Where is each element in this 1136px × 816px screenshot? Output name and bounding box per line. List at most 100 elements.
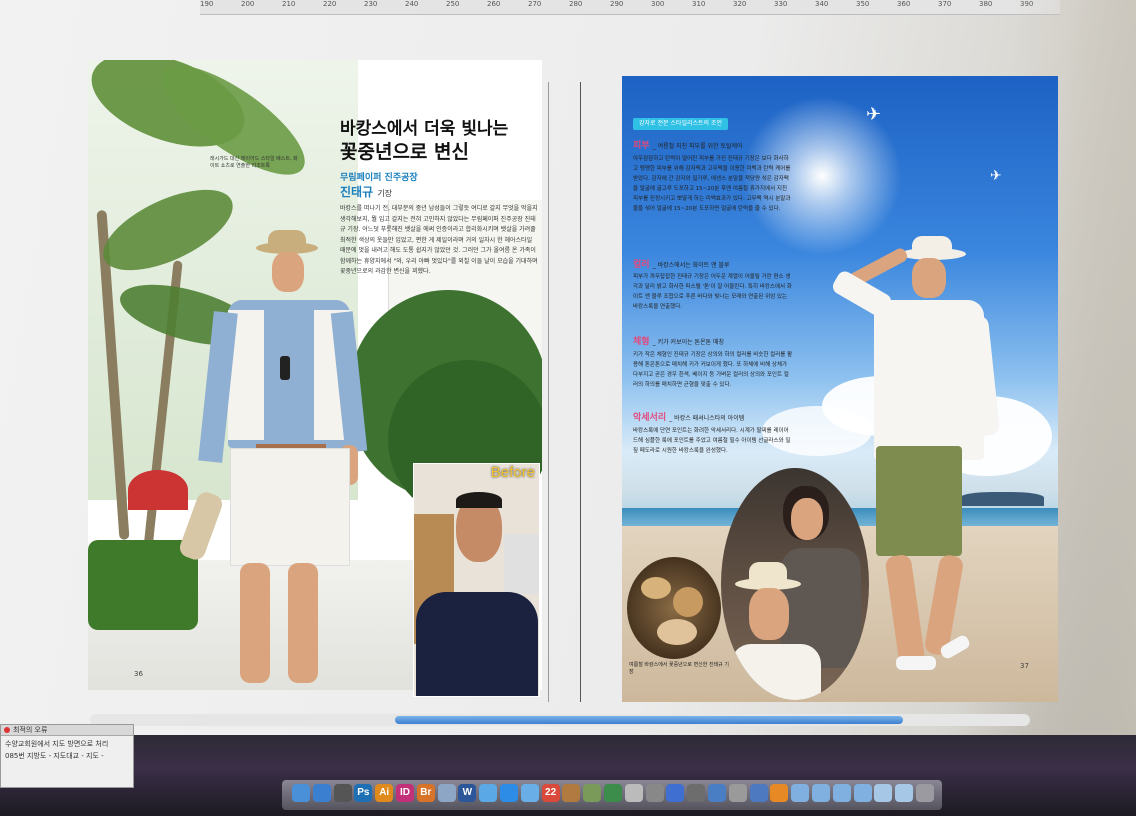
oval-caption: 여름철 바캉스에서 꽃중년으로 변신한 진태규 기장 <box>629 662 729 675</box>
route-panel[interactable]: 최적의 오류 수양교회원에서 지도 방면으로 처리 085번 지방도 - 지도대… <box>0 724 134 788</box>
folder4-icon[interactable] <box>874 784 893 802</box>
finder-icon[interactable] <box>292 784 310 802</box>
section-subtitle: _ 바캉스에서는 화이트 앤 블루 <box>652 262 730 269</box>
home-icon[interactable] <box>749 784 768 802</box>
ruler-tick: 240 <box>405 0 419 8</box>
ruler-tick: 360 <box>897 0 911 8</box>
before-hair <box>456 492 502 508</box>
article-headline: 바캉스에서 더욱 빛나는 꽃중년으로 변신 <box>340 118 550 164</box>
ruler-tick: 370 <box>938 0 952 8</box>
preview-icon[interactable] <box>437 784 456 802</box>
section-title: 체형 <box>633 337 650 347</box>
ruler-tick: 350 <box>856 0 870 8</box>
ruler-tick: 380 <box>979 0 993 8</box>
section-body-accessory: 바캉스룩에 단연 포인트는 화려한 악세서리다. 시계가 팔찌를 레이어드해 심… <box>633 428 791 454</box>
woman-face <box>791 498 823 540</box>
safari-icon[interactable] <box>312 784 331 802</box>
illustrator-icon[interactable]: Ai <box>375 784 394 802</box>
network-icon[interactable] <box>708 784 726 802</box>
ruler-tick: 230 <box>364 0 378 8</box>
word-icon[interactable]: W <box>458 784 477 802</box>
khaki-shorts <box>876 446 962 556</box>
byline-affiliation: 무림페이퍼 진주공장 <box>340 173 418 183</box>
section-subtitle: _ 바캉스 패셔니스타의 아이템 <box>669 415 745 422</box>
headline-line1: 바캉스에서 더욱 빛나는 <box>340 119 509 139</box>
page-gutter <box>548 82 549 702</box>
system-prefs-icon[interactable] <box>687 784 706 802</box>
page-number-right: 37 <box>1020 662 1029 670</box>
ruler-tick: 270 <box>528 0 542 8</box>
clock-icon[interactable] <box>333 784 352 802</box>
calendar-icon[interactable]: 22 <box>541 784 560 802</box>
section-title: 악세서리 <box>633 413 667 423</box>
folder3-icon[interactable] <box>853 784 872 802</box>
iphoto-icon[interactable] <box>583 784 602 802</box>
man-face <box>749 588 789 640</box>
food-item <box>657 619 697 645</box>
byline-name-row: 진태규 기장 <box>340 183 540 200</box>
downloads-icon[interactable] <box>832 784 851 802</box>
man-leg-right <box>288 563 318 683</box>
mail-icon[interactable] <box>645 784 664 802</box>
photos-icon[interactable] <box>562 784 581 802</box>
fedora-crown <box>912 236 952 254</box>
seagull-icon: ✈ <box>990 168 1002 184</box>
folder5-icon[interactable] <box>895 784 914 802</box>
section-body-skin: 야우잠잠하고 탄력이 떨어진 피부를 가진 진태규 기장은 보다 화사하고 맹맹… <box>633 156 791 212</box>
textedit-icon[interactable] <box>624 784 643 802</box>
family-photo-large <box>721 468 869 700</box>
photo-caption: 래시가드 대신 레이어드 스타일 베스트, 화이트 쇼츠로 연출한 리조트룩 <box>210 156 298 169</box>
red-umbrella <box>128 470 188 510</box>
close-icon[interactable] <box>4 727 10 733</box>
page-number-left: 36 <box>134 670 143 678</box>
sunglasses <box>280 356 290 380</box>
itunes-icon[interactable] <box>604 784 622 802</box>
horizontal-scrollbar-thumb[interactable] <box>395 716 903 724</box>
panel-row[interactable]: 085번 지방도 - 지도대교 - 지도 - <box>5 751 104 761</box>
before-photo: Before <box>413 463 540 697</box>
ruler-tick: 260 <box>487 0 501 8</box>
page-spine <box>580 82 581 702</box>
ruler-tick: 340 <box>815 0 829 8</box>
food-item <box>673 587 703 617</box>
folder-icon[interactable] <box>791 784 810 802</box>
section-body-color: 피부가 까무잡잡한 진태규 기장은 어두운 계열이 어울릴 거란 편소 생각과 … <box>633 274 792 310</box>
food-item <box>641 577 671 599</box>
before-label: Before <box>490 464 535 481</box>
man-hat-crown <box>749 562 787 584</box>
man-face <box>272 252 304 292</box>
section-title: 컬러 <box>633 260 650 270</box>
vlc-icon[interactable] <box>770 784 789 802</box>
section-subtitle: _ 여름철 지친 피부를 위한 토탈케어 <box>652 143 743 150</box>
ruler-tick: 220 <box>323 0 337 8</box>
headline-line2: 꽃중년으로 변신 <box>340 141 469 163</box>
family-photo-small <box>627 557 721 659</box>
ruler-tick: 210 <box>282 0 296 8</box>
trash-icon[interactable] <box>916 784 934 802</box>
top-ruler: 190 200 210 220 230 240 250 260 270 280 290 300 310 3… <box>200 0 1060 15</box>
sandal <box>896 656 936 670</box>
messages-icon[interactable] <box>479 784 498 802</box>
man-leg-left <box>240 563 270 683</box>
article-body: 바캉스를 떠나기 전, 대부분의 중년 남성들이 그렇듯 여디로 갈지 무엇을 … <box>340 205 538 275</box>
ruler-tick: 300 <box>651 0 665 8</box>
byline: 무림페이퍼 진주공장 진태규 기장 <box>340 170 540 200</box>
ruler-tick: 200 <box>241 0 255 8</box>
indesign-icon[interactable]: ID <box>396 784 414 802</box>
before-shirt <box>416 592 538 696</box>
section-title: 피부 <box>633 141 650 151</box>
bridge-icon[interactable]: Br <box>416 784 435 802</box>
safari2-icon[interactable] <box>520 784 539 802</box>
panel-row[interactable]: 수양교회원에서 지도 방면으로 처리 <box>5 739 108 749</box>
browser-icon[interactable] <box>666 784 685 802</box>
appstore-icon[interactable] <box>500 784 518 802</box>
panel-title: 최적의 오류 <box>13 726 48 734</box>
advice-tag: 강자로 전문 스타일리스트의 조언 <box>633 118 729 130</box>
section-heading-body: 체형 _ 키가 커보이는 톤온톤 매칭 <box>633 334 724 347</box>
dock: Ps Ai ID Br W 22 <box>282 780 942 810</box>
ruler-tick: 190 <box>200 0 214 8</box>
ruler-tick: 250 <box>446 0 460 8</box>
app-icon[interactable] <box>728 784 747 802</box>
folder2-icon[interactable] <box>812 784 830 802</box>
photoshop-icon[interactable]: Ps <box>354 784 373 802</box>
